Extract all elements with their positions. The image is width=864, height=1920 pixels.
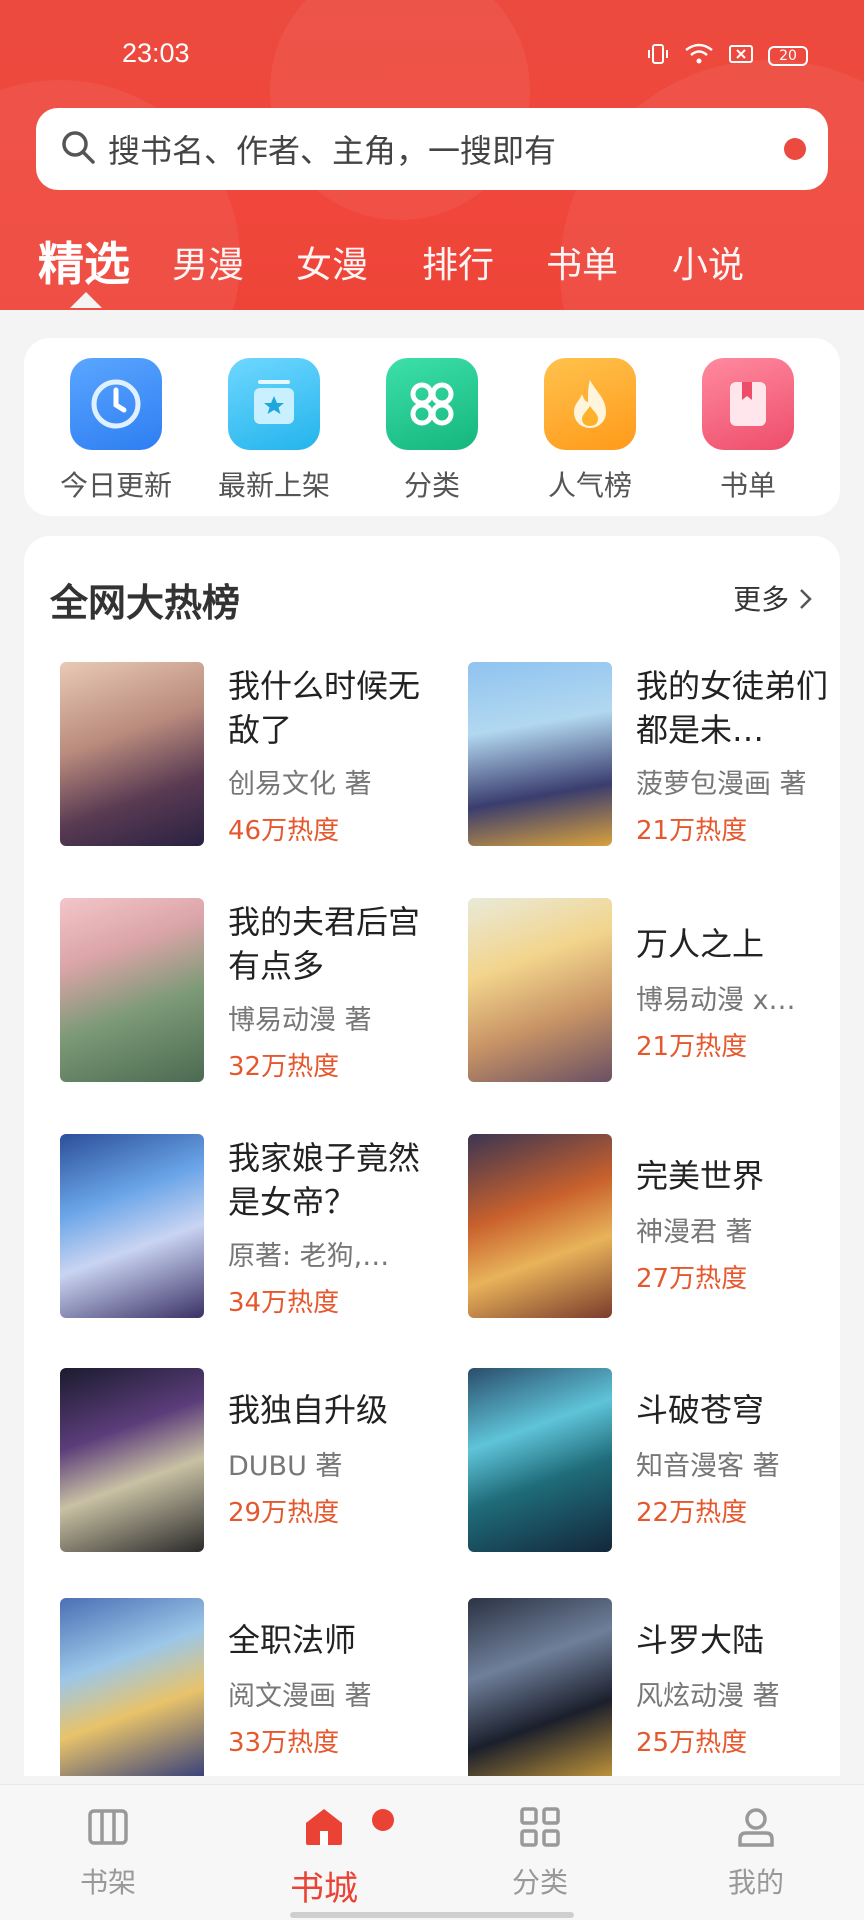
header: 23:03 20 搜书名、作者、主角，一搜即有 精选 男漫 女漫 排行 书单 小… — [0, 0, 864, 310]
book-author: 知音漫客 著 — [636, 1451, 780, 1482]
quick-entries: 今日更新 最新上架 分类 人气榜 书单 — [24, 338, 840, 516]
book-heat: 21万热度 — [636, 816, 748, 846]
book-cover — [60, 1368, 204, 1552]
book-heat: 25万热度 — [636, 1728, 748, 1758]
book-cover — [468, 662, 612, 846]
book-title: 我家娘子竟然是女帝？ — [228, 1139, 421, 1221]
book-author: DUBU 著 — [228, 1451, 343, 1482]
book-heat: 32万热度 — [228, 1052, 340, 1082]
more-link[interactable]: 更多 — [733, 578, 814, 618]
book-cover — [60, 1134, 204, 1318]
book-author: 博易动漫 x… — [636, 985, 796, 1016]
entry-categories[interactable]: 分类 — [362, 358, 502, 504]
book-card[interactable]: 斗破苍穹 知音漫客 著 22万热度 — [468, 1368, 840, 1558]
book-card[interactable]: 我家娘子竟然是女帝？ 原著: 老狗,… 34万热度 — [60, 1134, 440, 1324]
tab-male-comics[interactable]: 男漫 — [172, 236, 244, 288]
flame-icon — [544, 358, 636, 450]
book-card[interactable]: 我什么时候无敌了 创易文化 著 46万热度 — [60, 662, 440, 852]
book-heat: 22万热度 — [636, 1498, 748, 1528]
book-heat: 27万热度 — [636, 1264, 748, 1294]
nav-bookshelf[interactable]: 书架 — [48, 1803, 168, 1901]
category-tabs: 精选 男漫 女漫 排行 书单 小说 — [0, 222, 864, 308]
star-box-icon — [228, 358, 320, 450]
book-card[interactable]: 完美世界 神漫君 著 27万热度 — [468, 1134, 840, 1324]
section-title: 全网大热榜 — [50, 581, 241, 625]
book-cover — [468, 1368, 612, 1552]
book-cover — [468, 1598, 612, 1776]
entry-popular-chart[interactable]: 人气榜 — [520, 358, 660, 504]
search-bar[interactable]: 搜书名、作者、主角，一搜即有 — [36, 108, 828, 190]
home-indicator — [290, 1912, 574, 1918]
entry-booklist[interactable]: 书单 — [678, 358, 818, 504]
hot-list-section: 全网大热榜 更多 我什么时候无敌了 创易文化 著 46万热度 我的女徒弟们都是未… — [24, 536, 840, 1776]
book-cover — [60, 662, 204, 846]
book-author: 创易文化 著 — [228, 769, 372, 800]
book-card[interactable]: 我独自升级 DUBU 著 29万热度 — [60, 1368, 440, 1558]
book-heat: 33万热度 — [228, 1728, 340, 1758]
battery-icon: 20 — [768, 46, 808, 66]
book-cover — [468, 1134, 612, 1318]
active-tab-indicator — [70, 292, 102, 308]
tab-ranking[interactable]: 排行 — [422, 236, 494, 288]
home-icon — [300, 1809, 348, 1855]
book-card[interactable]: 我的女徒弟们都是未… 菠萝包漫画 著 21万热度 — [468, 662, 840, 852]
book-author: 神漫君 著 — [636, 1217, 753, 1248]
nav-categories[interactable]: 分类 — [480, 1803, 600, 1901]
tab-novel[interactable]: 小说 — [672, 236, 744, 288]
book-heat: 21万热度 — [636, 1032, 748, 1062]
book-title: 全职法师 — [228, 1621, 357, 1659]
book-title: 我的女徒弟们都是未… — [636, 667, 829, 749]
book-author: 阅文漫画 著 — [228, 1681, 372, 1712]
book-title: 完美世界 — [636, 1157, 765, 1195]
nav-profile[interactable]: 我的 — [696, 1803, 816, 1901]
search-placeholder: 搜书名、作者、主角，一搜即有 — [108, 132, 557, 170]
entry-new-arrivals[interactable]: 最新上架 — [204, 358, 344, 504]
book-cover — [60, 898, 204, 1082]
entry-today-update[interactable]: 今日更新 — [46, 358, 186, 504]
book-heat: 34万热度 — [228, 1288, 340, 1318]
search-icon — [60, 129, 96, 169]
book-title: 斗破苍穹 — [636, 1391, 765, 1429]
book-author: 博易动漫 著 — [228, 1005, 372, 1036]
tab-female-comics[interactable]: 女漫 — [296, 236, 368, 288]
book-cover — [468, 898, 612, 1082]
book-heat: 46万热度 — [228, 816, 340, 846]
grid-icon — [516, 1807, 564, 1855]
tab-booklist[interactable]: 书单 — [546, 236, 618, 288]
notification-dot — [372, 1809, 394, 1831]
sim-off-icon — [728, 43, 754, 69]
book-card[interactable]: 万人之上 博易动漫 x… 21万热度 — [468, 898, 840, 1088]
book-title: 我什么时候无敌了 — [228, 667, 421, 749]
tab-featured[interactable]: 精选 — [38, 228, 130, 294]
bookmark-icon — [702, 358, 794, 450]
bottom-nav: 书架 书城 分类 我的 — [0, 1784, 864, 1920]
user-icon — [732, 1808, 780, 1855]
book-cover — [60, 1598, 204, 1776]
book-card[interactable]: 斗罗大陆 风炫动漫 著 25万热度 — [468, 1598, 840, 1776]
wifi-icon — [684, 42, 714, 70]
notification-dot — [784, 138, 806, 160]
book-heat: 29万热度 — [228, 1498, 340, 1528]
grid-circles-icon — [386, 358, 478, 450]
nav-bookstore[interactable]: 书城 — [264, 1803, 384, 1910]
book-author: 原著: 老狗,… — [228, 1241, 390, 1272]
chevron-right-icon — [798, 583, 814, 616]
book-card[interactable]: 全职法师 阅文漫画 著 33万热度 — [60, 1598, 440, 1776]
book-author: 风炫动漫 著 — [636, 1681, 780, 1712]
status-time: 23:03 — [122, 38, 190, 68]
bookshelf-icon — [84, 1809, 132, 1855]
status-bar: 23:03 20 — [0, 0, 864, 110]
book-title: 我独自升级 — [228, 1391, 389, 1429]
book-title: 万人之上 — [636, 925, 765, 963]
book-title: 我的夫君后宫有点多 — [228, 903, 421, 985]
book-card[interactable]: 我的夫君后宫有点多 博易动漫 著 32万热度 — [60, 898, 440, 1088]
vibrate-icon — [646, 42, 670, 70]
book-title: 斗罗大陆 — [636, 1621, 765, 1659]
book-author: 菠萝包漫画 著 — [636, 769, 807, 800]
clock-icon — [70, 358, 162, 450]
